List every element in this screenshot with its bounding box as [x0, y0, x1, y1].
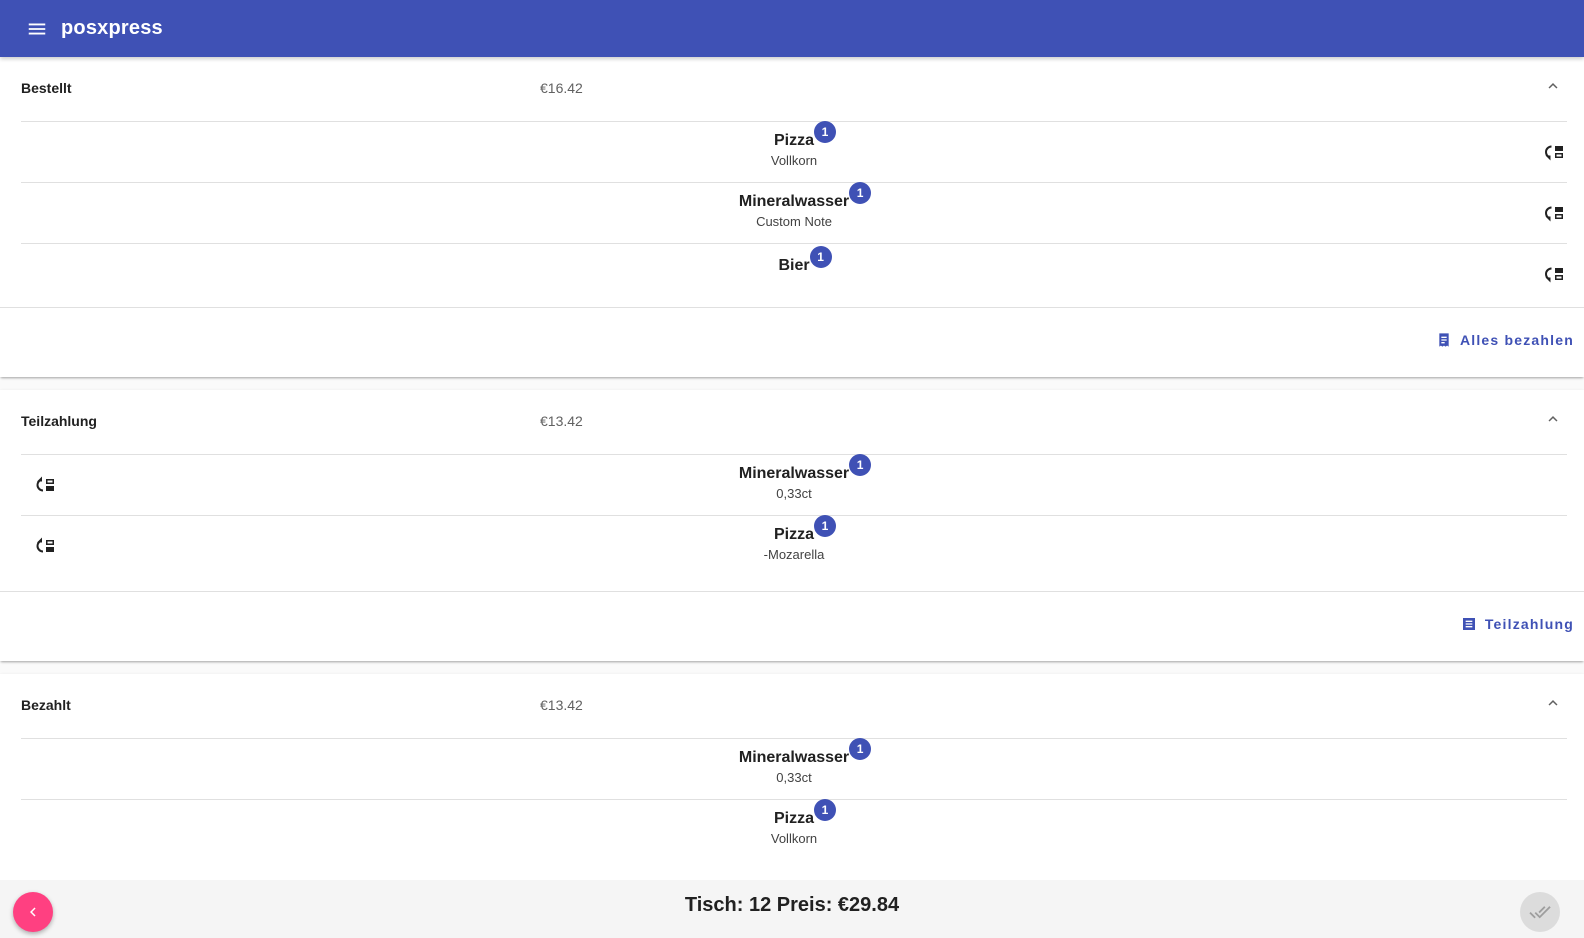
list-item: Mineralwasser 1 0,33ct [21, 454, 1567, 515]
list-item: Mineralwasser 1 0,33ct [21, 738, 1567, 799]
item-note: Vollkorn [770, 153, 818, 168]
panel-title: Bestellt [21, 80, 72, 96]
list-item: Pizza 1 -Mozarella [21, 515, 1567, 591]
ordered-panel-actions: Alles bezahlen [0, 307, 1584, 377]
item-note: -Mozarella [763, 547, 825, 562]
done-all-icon [1529, 906, 1551, 919]
item-name: Mineralwasser 1 [739, 454, 872, 483]
item-note: 0,33ct [776, 770, 812, 785]
panel-price: €13.42 [540, 697, 583, 713]
list-item: Bier 1 [21, 243, 1567, 307]
move-to-partial-icon[interactable] [1542, 262, 1566, 286]
quantity-badge: 1 [849, 454, 872, 476]
item-note: 0,33ct [776, 486, 812, 501]
ordered-panel-header[interactable]: Bestellt €16.42 [0, 57, 1584, 121]
panel-title: Teilzahlung [21, 413, 97, 429]
chevron-up-icon[interactable] [1542, 408, 1564, 430]
pay-all-button[interactable]: Alles bezahlen [1436, 332, 1574, 348]
paid-panel-header[interactable]: Bezahlt €13.42 [0, 674, 1584, 738]
quantity-badge: 1 [814, 121, 836, 143]
panel-title: Bezahlt [21, 697, 71, 713]
quantity-badge: 1 [814, 515, 836, 537]
partial-pay-button[interactable]: Teilzahlung [1461, 616, 1574, 632]
partial-item-list: Mineralwasser 1 0,33ct Pizza 1 -Mozarella [0, 454, 1584, 591]
item-name: Bier 1 [778, 246, 832, 275]
panel-price: €13.42 [540, 413, 583, 429]
item-name: Mineralwasser 1 [739, 182, 872, 211]
bottom-bar: Tisch: 12 Preis: €29.84 [0, 880, 1584, 938]
chevron-up-icon[interactable] [1542, 692, 1564, 714]
list-icon [1462, 618, 1475, 630]
pay-all-label: Alles bezahlen [1459, 332, 1574, 348]
table-total: Tisch: 12 Preis: €29.84 [684, 894, 900, 916]
partial-panel-actions: Teilzahlung [0, 591, 1584, 661]
item-note: Vollkorn [770, 831, 818, 846]
partial-panel: Teilzahlung €13.42 Mineralwasser 1 0,33ct… [0, 390, 1584, 661]
quantity-badge: 1 [809, 246, 832, 268]
chevron-up-icon[interactable] [1542, 75, 1564, 97]
quantity-badge: 1 [814, 799, 836, 821]
paid-item-list: Mineralwasser 1 0,33ct Pizza 1 Vollkorn [21, 738, 1567, 860]
ordered-panel: Bestellt €16.42 Pizza 1 Vollkorn Mineralw… [0, 57, 1584, 377]
app-title: posxpress [61, 17, 163, 39]
partial-pay-label: Teilzahlung [1484, 616, 1574, 632]
quantity-badge: 1 [849, 738, 872, 760]
list-item: Pizza 1 Vollkorn [21, 121, 1567, 182]
menu-button[interactable] [13, 5, 61, 53]
move-to-partial-icon[interactable] [1542, 140, 1566, 164]
move-to-partial-icon[interactable] [1542, 201, 1566, 225]
receipt-icon [1439, 333, 1449, 347]
item-name: Pizza 1 [774, 799, 836, 828]
app-toolbar: posxpress [0, 0, 1584, 57]
item-name: Mineralwasser 1 [739, 738, 872, 767]
item-name: Pizza 1 [774, 515, 836, 544]
item-name: Pizza 1 [774, 121, 836, 150]
partial-panel-header[interactable]: Teilzahlung €13.42 [0, 390, 1584, 454]
item-note: Custom Note [756, 214, 832, 229]
list-item: Mineralwasser 1 Custom Note [21, 182, 1567, 243]
menu-icon [28, 23, 46, 34]
panel-price: €16.42 [540, 80, 583, 96]
paid-panel: Bezahlt €13.42 Mineralwasser 1 0,33ct Piz… [0, 674, 1584, 880]
list-item: Pizza 1 Vollkorn [21, 799, 1567, 860]
quantity-badge: 1 [849, 182, 872, 204]
ordered-item-list: Pizza 1 Vollkorn Mineralwasser 1 Custom No… [21, 121, 1567, 307]
done-button[interactable] [1520, 892, 1560, 932]
